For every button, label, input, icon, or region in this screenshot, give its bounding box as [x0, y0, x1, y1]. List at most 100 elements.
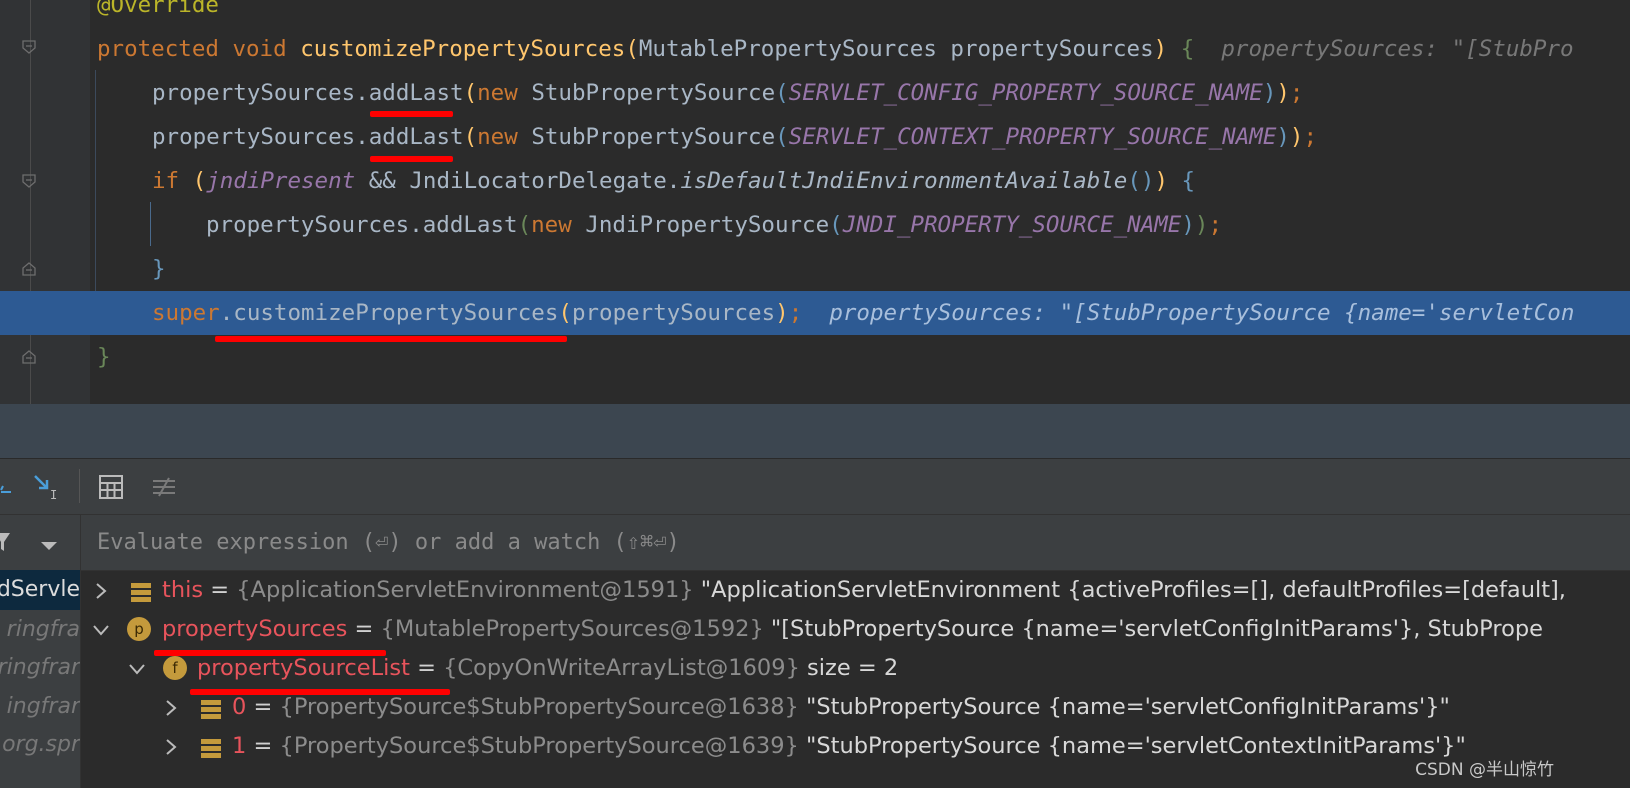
dot-token: .	[409, 212, 423, 238]
filter-icon[interactable]	[0, 531, 12, 557]
type-token: MutablePropertySources	[638, 36, 937, 62]
semicolon-token: ;	[1289, 80, 1304, 106]
arg-token: propertySources	[571, 300, 776, 326]
call-token: customizePropertySources	[233, 300, 559, 326]
variable-type: {MutablePropertySources@1592}	[380, 616, 764, 642]
inline-value-hint[interactable]: propertySources: "[StubPro	[1221, 36, 1573, 62]
keyword-token: if	[152, 168, 180, 194]
paren-token: )	[775, 300, 789, 326]
code-text: if (jndiPresent && JndiLocatorDelegate.i…	[152, 159, 1195, 203]
inline-value-hint[interactable]: propertySources: "[StubPropertySource {n…	[829, 300, 1574, 326]
chevron-down-icon[interactable]	[89, 610, 113, 649]
debug-panel: I dServle ringfra ringfrar ingfrar org.s…	[0, 459, 1630, 788]
parameter-badge-icon: p	[127, 617, 151, 641]
method-token: customizePropertySources	[300, 36, 626, 62]
step-out-icon[interactable]	[0, 471, 24, 503]
paren-token: (	[558, 300, 572, 326]
frame-item[interactable]: org.spr	[0, 725, 80, 765]
constant-token: SERVLET_CONTEXT_PROPERTY_SOURCE_NAME	[788, 124, 1277, 150]
code-text: protected void customizePropertySources(…	[97, 27, 1574, 71]
chevron-down-icon[interactable]	[125, 649, 149, 688]
chevron-right-icon[interactable]	[159, 727, 183, 766]
chevron-down-icon[interactable]	[40, 537, 58, 556]
variable-name: 1	[232, 733, 247, 759]
brace-token: }	[97, 344, 111, 370]
object-token: propertySources	[152, 80, 356, 106]
variable-row[interactable]: this = {ApplicationServletEnvironment@15…	[81, 571, 1630, 610]
code-editor[interactable]: @Override protected void customizeProper…	[0, 0, 1630, 404]
paren-token: (	[829, 212, 843, 238]
variable-name: this	[162, 577, 204, 603]
param-token: propertySources	[950, 36, 1154, 62]
code-line: propertySources.addLast(new JndiProperty…	[0, 203, 1630, 247]
semicolon-token: ;	[788, 300, 803, 326]
variable-value: "[StubPropertySource {name='servletConfi…	[770, 616, 1543, 642]
variable-value: "StubPropertySource {name='servletContex…	[805, 733, 1466, 759]
paren-token: )	[1276, 80, 1290, 106]
call-token: addLast	[368, 80, 464, 106]
paren-token: )	[1262, 80, 1277, 106]
variable-row[interactable]: p propertySources = {MutablePropertySour…	[81, 610, 1630, 649]
keyword-token: new	[477, 80, 518, 106]
panel-divider[interactable]	[0, 404, 1630, 458]
evaluate-expression-input[interactable]	[97, 515, 1597, 570]
red-underline-mark	[190, 689, 450, 695]
chevron-right-icon[interactable]	[89, 571, 113, 610]
field-token: jndiPresent	[206, 168, 356, 194]
field-list-icon	[199, 695, 223, 719]
frame-item[interactable]: ringfrar	[0, 648, 80, 688]
paren-token: (	[463, 80, 478, 106]
code-line: propertySources.addLast(new StubProperty…	[0, 115, 1630, 159]
static-method-token: isDefaultJndiEnvironmentAvailable	[680, 168, 1128, 194]
paren-token: )	[1289, 124, 1304, 150]
equals-sign: =	[253, 694, 273, 720]
evaluate-table-icon[interactable]	[95, 471, 127, 503]
paren-token: (	[192, 168, 207, 194]
field-list-icon	[129, 578, 153, 602]
watermark: CSDN @半山惊竹	[1415, 760, 1554, 780]
red-underline-mark	[215, 336, 567, 342]
code-text: propertySources.addLast(new StubProperty…	[152, 115, 1317, 159]
semicolon-token: ;	[1303, 124, 1318, 150]
keyword-token: new	[531, 212, 572, 238]
object-token: propertySources	[206, 212, 410, 238]
paren-token: (	[517, 212, 532, 238]
chevron-right-icon[interactable]	[159, 688, 183, 727]
frame-item[interactable]: ingfrar	[0, 687, 80, 727]
run-to-cursor-icon[interactable]: I	[30, 471, 62, 503]
red-underline-mark	[154, 650, 386, 656]
frame-item[interactable]: dServle	[0, 570, 80, 610]
code-line: propertySources.addLast(new StubProperty…	[0, 71, 1630, 115]
toolbar-separator	[79, 469, 80, 503]
brace-token: {	[1181, 168, 1196, 194]
paren-token: (	[775, 80, 789, 106]
trace-icon[interactable]	[148, 471, 180, 503]
paren-token: )	[1194, 212, 1209, 238]
equals-sign: =	[354, 616, 374, 642]
field-badge-icon: f	[163, 656, 187, 680]
red-underline-mark	[370, 156, 453, 162]
call-token: addLast	[422, 212, 518, 238]
variable-type: {PropertySource$StubPropertySource@1639}	[279, 733, 799, 759]
variable-row[interactable]: 1 = {PropertySource$StubPropertySource@1…	[81, 727, 1630, 766]
code-line: }	[0, 247, 1630, 291]
equals-sign: =	[253, 733, 273, 759]
frames-filter-row	[0, 515, 80, 570]
field-list-icon	[199, 734, 223, 758]
object-token: propertySources	[152, 124, 356, 150]
variable-type: {CopyOnWriteArrayList@1609}	[443, 655, 800, 681]
code-text: propertySources.addLast(new JndiProperty…	[206, 203, 1222, 247]
variable-name: 0	[232, 694, 247, 720]
dot-token: .	[355, 80, 369, 106]
equals-sign: =	[210, 577, 230, 603]
paren-token: (	[625, 36, 639, 62]
variable-value: size = 2	[807, 655, 899, 681]
paren-token: ()	[1127, 168, 1155, 194]
variable-type: {ApplicationServletEnvironment@1591}	[236, 577, 694, 603]
paren-token: )	[1153, 36, 1168, 62]
frame-item[interactable]: ringfra	[0, 610, 80, 650]
paren-token: )	[1181, 212, 1195, 238]
variables-tree[interactable]: this = {ApplicationServletEnvironment@15…	[81, 571, 1630, 788]
brace-token: }	[152, 256, 166, 282]
paren-token: )	[1154, 168, 1168, 194]
